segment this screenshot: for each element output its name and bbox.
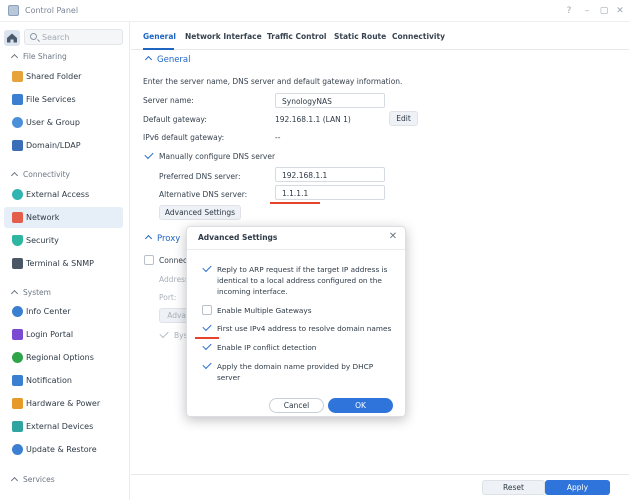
domain-ldap-icon [12,140,23,151]
proxy-connect-checkbox[interactable] [144,255,154,265]
active-tab-indicator [143,48,174,50]
proxy-section-toggle[interactable]: Proxy [144,234,180,244]
shared-folder-icon [12,71,23,82]
terminal-icon [12,258,23,269]
alternative-dns-label: Alternative DNS server: [159,190,248,199]
tab-static-route[interactable]: Static Route [334,32,386,41]
sidebar-item-user-group[interactable]: User & Group [4,112,123,133]
advanced-settings-dialog: Advanced Settings ✕ Reply to ARP request… [186,226,406,417]
server-name-input[interactable]: SynologyNAS [275,93,385,108]
dialog-close-icon[interactable]: ✕ [387,231,399,243]
hardware-power-icon [12,398,23,409]
highlight-underline [270,202,320,204]
sidebar-item-network[interactable]: Network [4,207,123,228]
notification-icon [12,375,23,386]
chevron-up-icon [144,234,153,243]
dialog-ok-button[interactable]: OK [328,398,393,413]
home-icon[interactable] [4,30,20,46]
ipv6-gateway-value: -- [275,133,281,142]
edit-gateway-button[interactable]: Edit [389,111,418,126]
minimize-icon[interactable]: – [581,5,593,17]
dialog-divider [187,249,405,250]
search-icon [30,33,37,40]
multiple-gateways-label: Enable Multiple Gateways [217,306,312,315]
sidebar-item-shared-folder[interactable]: Shared Folder [4,66,123,87]
help-icon[interactable]: ? [563,5,575,17]
login-portal-icon [12,329,23,340]
multiple-gateways-checkbox[interactable] [202,305,212,315]
sidebar-item-notification[interactable]: Notification [4,370,123,391]
section-connectivity[interactable]: Connectivity [10,170,70,180]
tab-connectivity[interactable]: Connectivity [392,32,445,41]
close-icon[interactable]: ✕ [614,5,626,17]
proxy-port-label: Port: [159,293,177,302]
external-access-icon [12,189,23,200]
sidebar-item-login-portal[interactable]: Login Portal [4,324,123,345]
general-section-toggle[interactable]: General [144,55,191,65]
option-highlight-underline [195,337,219,339]
dialog-title: Advanced Settings [198,233,278,242]
tab-network-interface[interactable]: Network Interface [185,32,262,41]
sidebar-item-domain-ldap[interactable]: Domain/LDAP [4,135,123,156]
general-intro-text: Enter the server name, DNS server and de… [143,77,403,86]
sidebar-item-file-services[interactable]: File Services [4,89,123,110]
tab-bar: General Network Interface Traffic Contro… [131,22,629,50]
search-placeholder: Search [42,33,70,42]
advanced-settings-button[interactable]: Advanced Settings [159,205,241,220]
default-gateway-value: 192.168.1.1 (LAN 1) [275,115,351,124]
external-devices-icon [12,421,23,432]
regional-options-icon [12,352,23,363]
control-panel-icon [8,5,19,16]
info-center-icon [12,306,23,317]
ip-conflict-label: Enable IP conflict detection [217,343,317,352]
sidebar-item-update-restore[interactable]: Update & Restore [4,439,123,460]
network-icon [12,212,23,223]
sidebar-item-external-devices[interactable]: External Devices [4,416,123,437]
window-title: Control Panel [25,6,79,15]
tab-general[interactable]: General [143,32,176,41]
ipv4-first-checkbox[interactable] [202,321,212,333]
manual-dns-label: Manually configure DNS server [159,152,276,161]
sidebar-item-info-center[interactable]: Info Center [4,301,123,322]
sidebar-item-external-access[interactable]: External Access [4,184,123,205]
update-restore-icon [12,444,23,455]
ipv6-gateway-label: IPv6 default gateway: [143,133,225,142]
search-input[interactable]: Search [24,29,123,45]
chevron-up-icon [144,55,153,64]
ip-conflict-checkbox[interactable] [202,340,212,352]
server-name-label: Server name: [143,96,194,105]
sidebar-item-hardware-power[interactable]: Hardware & Power [4,393,123,414]
section-services[interactable]: Services [10,475,55,485]
default-gateway-label: Default gateway: [143,115,207,124]
manual-dns-checkbox[interactable] [144,149,154,161]
alternative-dns-input[interactable]: 1.1.1.1 [275,185,385,200]
arp-reply-checkbox[interactable] [202,262,212,274]
preferred-dns-input[interactable]: 192.168.1.1 [275,167,385,182]
dialog-cancel-button[interactable]: Cancel [269,398,324,413]
sidebar-item-terminal-snmp[interactable]: Terminal & SNMP [4,253,123,274]
maximize-icon[interactable]: ▢ [598,5,610,17]
proxy-bypass-checkbox[interactable] [159,328,169,340]
section-file-sharing[interactable]: File Sharing [10,52,67,62]
tab-traffic-control[interactable]: Traffic Control [267,32,326,41]
sidebar-item-security[interactable]: Security [4,230,123,251]
apply-button[interactable]: Apply [545,480,610,495]
arp-reply-label: Reply to ARP request if the target IP ad… [217,265,388,296]
preferred-dns-label: Preferred DNS server: [159,172,241,181]
dhcp-domain-label: Apply the domain name provided by DHCP s… [217,362,374,382]
proxy-address-label: Address [159,275,189,284]
file-services-icon [12,94,23,105]
sidebar: Search File Sharing Shared Folder File S… [0,22,130,500]
reset-button[interactable]: Reset [482,480,545,495]
ipv4-first-label: First use IPv4 address to resolve domain… [217,324,392,333]
user-group-icon [12,117,23,128]
dhcp-domain-checkbox[interactable] [202,359,212,371]
title-bar: Control Panel ? – ▢ ✕ [0,0,629,22]
sidebar-item-regional-options[interactable]: Regional Options [4,347,123,368]
security-icon [12,235,23,246]
section-system[interactable]: System [10,288,51,298]
